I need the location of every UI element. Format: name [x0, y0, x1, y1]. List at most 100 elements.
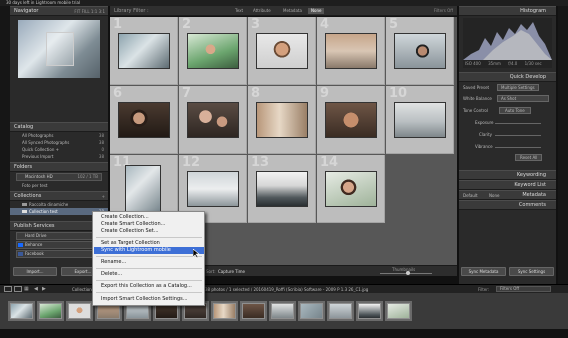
catalog-item[interactable]: All Photographs 38: [10, 132, 108, 139]
menu-export-collection-as-catalog[interactable]: Export this Collection as a Catalog...: [94, 283, 204, 290]
filter-metadata-tab[interactable]: Metadata: [280, 8, 305, 14]
metadata-preset-dropdown[interactable]: Default: [463, 191, 478, 200]
menu-rename[interactable]: Rename...: [94, 259, 204, 266]
clarity-slider[interactable]: [495, 135, 541, 136]
filmstrip-thumbnail[interactable]: [8, 301, 35, 321]
photo-thumbnail[interactable]: [118, 102, 170, 138]
photo-thumbnail[interactable]: [187, 102, 239, 138]
menu-delete[interactable]: Delete...: [94, 271, 204, 278]
photo-thumbnail[interactable]: [187, 33, 239, 69]
navigator-header[interactable]: Navigator FIT FILL 1:1 3:1: [10, 6, 108, 16]
menu-create-collection[interactable]: Create Collection...: [94, 214, 204, 221]
catalog-item[interactable]: All Synced Photographs 38: [10, 139, 108, 146]
filmstrip-thumbnail[interactable]: [327, 301, 354, 321]
histogram-curve: [463, 22, 552, 60]
photo-thumbnail[interactable]: [187, 171, 239, 207]
photo-thumbnail[interactable]: [325, 33, 377, 69]
keyword-list-header[interactable]: Keyword List: [459, 180, 556, 190]
collection-set-item[interactable]: Raccolta dinamiche: [10, 201, 108, 208]
grid-cell[interactable]: 7: [179, 86, 247, 154]
grid-cell[interactable]: 14: [317, 155, 385, 223]
exposure-slider[interactable]: [495, 123, 541, 124]
filmstrip-thumbnail[interactable]: [240, 301, 267, 321]
import-button[interactable]: Import...: [13, 267, 57, 276]
sort-dropdown[interactable]: Capture Time: [218, 269, 245, 274]
menu-set-as-target-collection[interactable]: Set as Target Collection: [94, 240, 204, 247]
metadata-header[interactable]: Default None Metadata: [459, 190, 556, 200]
folders-header[interactable]: Folders: [10, 162, 108, 172]
folder-item[interactable]: Foto per test: [10, 182, 108, 189]
menu-sync-with-lightroom-mobile[interactable]: Sync with Lightroom mobile: [94, 247, 204, 254]
catalog-item[interactable]: Quick Collection +0: [10, 146, 108, 153]
quick-develop-header[interactable]: Quick Develop: [459, 72, 556, 82]
bottom-panel-toggle[interactable]: [0, 329, 568, 338]
auto-tone-button[interactable]: Auto Tone: [499, 107, 531, 114]
grid-cell[interactable]: 8: [248, 86, 316, 154]
filters-off-dropdown[interactable]: Filters Off: [434, 8, 453, 13]
filter-none-tab[interactable]: None: [308, 8, 325, 14]
photo-thumbnail[interactable]: [256, 33, 308, 69]
grid-cell[interactable]: 3: [248, 17, 316, 85]
volume-item[interactable]: Macintosh HD 102 / 1 TB: [16, 173, 102, 181]
publish-service-facebook[interactable]: Facebook: [16, 250, 102, 258]
thumbnail-size-handle[interactable]: [406, 271, 410, 275]
menu-create-collection-set[interactable]: Create Collection Set...: [94, 228, 204, 235]
grid-cell[interactable]: 10: [386, 86, 454, 154]
grid-cell[interactable]: 4: [317, 17, 385, 85]
view-toggle-icon[interactable]: [4, 286, 12, 292]
grid-cell[interactable]: 6: [110, 86, 178, 154]
menu-create-smart-collection[interactable]: Create Smart Collection...: [94, 221, 204, 228]
catalog-header[interactable]: Catalog: [10, 122, 108, 132]
keywording-header[interactable]: Keywording: [459, 170, 556, 180]
catalog-item[interactable]: Previous Import 38: [10, 153, 108, 160]
photo-thumbnail[interactable]: [118, 33, 170, 69]
histogram-header[interactable]: Histogram: [459, 6, 556, 16]
navigator-zoom-options[interactable]: FIT FILL 1:1 3:1: [74, 7, 105, 16]
photo-thumbnail[interactable]: [325, 102, 377, 138]
grid-cell[interactable]: 2: [179, 17, 247, 85]
back-arrow-icon[interactable]: ◀: [34, 286, 38, 292]
filmstrip-filter-dropdown[interactable]: Filters Off: [496, 286, 551, 292]
forward-arrow-icon[interactable]: ▶: [42, 286, 46, 292]
filmstrip-thumbnail[interactable]: [298, 301, 325, 321]
reset-all-button[interactable]: Reset All: [515, 154, 543, 161]
photo-thumbnail[interactable]: [125, 165, 161, 213]
secondary-window-icon[interactable]: [14, 286, 22, 292]
filter-text-tab[interactable]: Text: [232, 8, 246, 14]
filmstrip-thumbnail[interactable]: [37, 301, 64, 321]
grid-cell[interactable]: 13: [248, 155, 316, 223]
publish-service-hard-drive[interactable]: Hard Drive: [16, 232, 102, 240]
filter-attribute-tab[interactable]: Attribute: [250, 8, 274, 14]
metadata-sub-dropdown[interactable]: None: [489, 191, 499, 200]
filmstrip-thumbnail[interactable]: [211, 301, 238, 321]
sync-settings-button[interactable]: Sync Settings: [509, 267, 554, 276]
collections-header[interactable]: Collections +: [10, 191, 108, 201]
saved-preset-dropdown[interactable]: Multiple Settings: [497, 84, 539, 91]
publish-service-behance[interactable]: Behance: [16, 241, 102, 249]
comments-header[interactable]: Comments: [459, 200, 556, 210]
menu-separator: [96, 237, 202, 238]
grid-cell[interactable]: 9: [317, 86, 385, 154]
navigator-preview[interactable]: [18, 20, 100, 78]
filmstrip-thumbnail[interactable]: [269, 301, 296, 321]
grid-view-icon[interactable]: ▦: [24, 286, 29, 292]
filmstrip-thumbnail[interactable]: [385, 301, 412, 321]
grid-cell[interactable]: 1: [110, 17, 178, 85]
menu-import-smart-collection-settings[interactable]: Import Smart Collection Settings...: [94, 296, 204, 303]
filmstrip-thumbnail[interactable]: [356, 301, 383, 321]
tone-control-label: Tone Control: [463, 108, 488, 113]
photo-thumbnail[interactable]: [256, 171, 308, 207]
photo-thumbnail[interactable]: [325, 171, 377, 207]
vibrance-slider[interactable]: [495, 147, 541, 148]
photo-thumbnail[interactable]: [394, 33, 446, 69]
photo-thumbnail[interactable]: [394, 102, 446, 138]
white-balance-dropdown[interactable]: As Shot: [497, 95, 549, 102]
sync-metadata-button[interactable]: Sync Metadata: [461, 267, 506, 276]
quick-develop-title: Quick Develop: [509, 74, 546, 80]
keyword-list-title: Keyword List: [514, 182, 546, 188]
add-collection-icon[interactable]: +: [102, 192, 105, 201]
photo-thumbnail[interactable]: [256, 102, 308, 138]
exposure-label: Exposure: [475, 120, 494, 125]
filmstrip-thumbnail[interactable]: [66, 301, 93, 321]
grid-cell[interactable]: 5: [386, 17, 454, 85]
